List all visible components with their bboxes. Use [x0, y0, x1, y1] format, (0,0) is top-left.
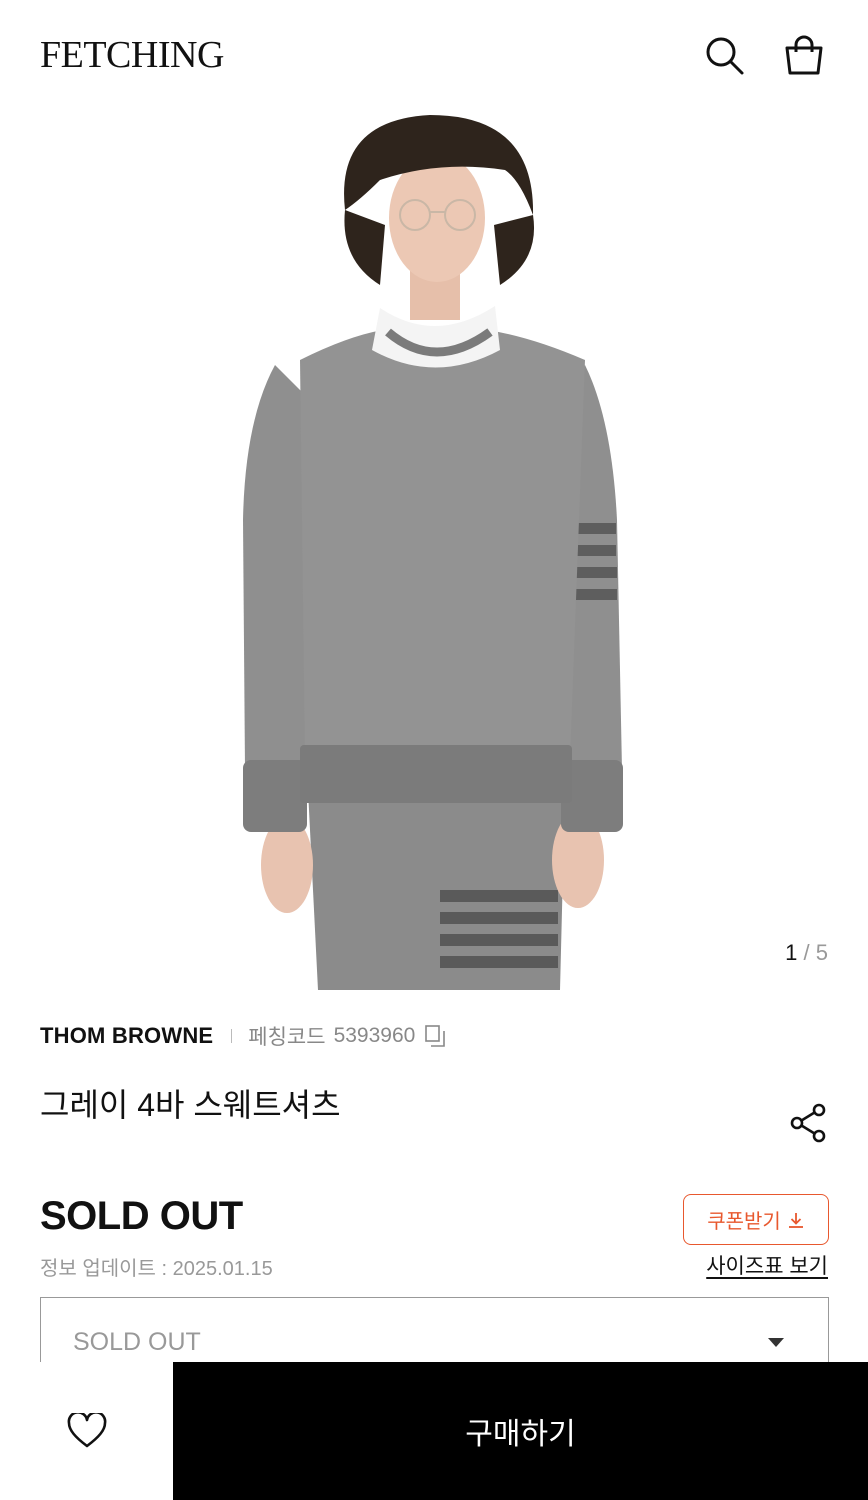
product-title: 그레이 4바 스웨트셔츠	[40, 1087, 341, 1123]
product-image-gallery[interactable]	[0, 110, 868, 990]
caret-down-icon	[768, 1338, 784, 1347]
copy-icon[interactable]	[423, 1024, 447, 1048]
app-header: FETCHING	[0, 0, 868, 110]
buy-button[interactable]: 구매하기	[173, 1362, 868, 1500]
product-meta: THOM BROWNE 페칭코드 5393960	[40, 1022, 447, 1050]
price-status: SOLD OUT	[40, 1194, 243, 1238]
share-icon[interactable]	[788, 1102, 830, 1144]
image-counter-total: 5	[815, 940, 828, 965]
product-code-label: 페칭코드	[248, 1026, 326, 1049]
heart-icon	[67, 1413, 106, 1448]
brand-name[interactable]: THOM BROWNE	[40, 1023, 213, 1049]
info-updated-date: 정보 업데이트 : 2025.01.15	[40, 1258, 273, 1280]
size-chart-link[interactable]: 사이즈표 보기	[706, 1250, 828, 1280]
image-counter: 1 / 5	[785, 940, 828, 966]
get-coupon-button[interactable]: 쿠폰받기	[683, 1194, 829, 1245]
meta-divider	[231, 1029, 233, 1043]
fetching-logo[interactable]: FETCHING	[40, 33, 224, 77]
image-counter-separator: /	[797, 940, 816, 965]
shopping-bag-icon[interactable]	[783, 34, 825, 76]
image-counter-current: 1	[785, 940, 798, 965]
download-icon	[788, 1212, 803, 1228]
wishlist-button[interactable]	[0, 1362, 173, 1500]
product-code-value: 5393960	[333, 1024, 416, 1047]
option-select-value: SOLD OUT	[73, 1328, 201, 1356]
search-icon[interactable]	[703, 34, 745, 76]
bottom-action-bar: 구매하기	[0, 1362, 868, 1500]
coupon-label: 쿠폰받기	[707, 1211, 781, 1233]
product-photo	[243, 115, 623, 990]
